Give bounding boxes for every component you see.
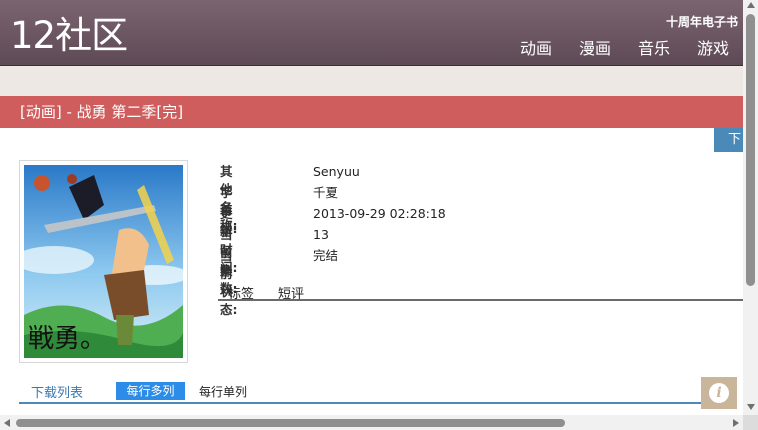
- scroll-up-arrow-icon[interactable]: [747, 2, 755, 8]
- nav-item-manga[interactable]: 漫画: [579, 38, 611, 60]
- download-list-title: 下载列表: [31, 386, 84, 401]
- single-column-button[interactable]: 每行单列: [199, 383, 247, 400]
- nav-item-games[interactable]: 游戏: [697, 38, 729, 60]
- site-header: 12社区 十周年电子书 动画 漫画 音乐 游戏: [0, 0, 743, 66]
- info-value: 13: [313, 227, 329, 242]
- scroll-left-arrow-icon[interactable]: [4, 419, 10, 427]
- horizontal-scrollbar[interactable]: [0, 415, 743, 430]
- info-value: 2013-09-29 02:28:18: [313, 206, 446, 221]
- main-nav: 动画 漫画 音乐 游戏: [520, 38, 729, 60]
- nav-item-anime[interactable]: 动画: [520, 38, 552, 60]
- vertical-scroll-thumb[interactable]: [746, 14, 755, 286]
- sub-bar: [0, 66, 743, 96]
- scroll-right-arrow-icon[interactable]: [733, 419, 739, 427]
- site-logo[interactable]: 12社区: [10, 14, 128, 58]
- nav-item-music[interactable]: 音乐: [638, 38, 670, 60]
- scrollbar-corner: [743, 415, 758, 430]
- cover-image: 戦勇。: [19, 160, 188, 363]
- tab-reviews[interactable]: 短评: [278, 283, 304, 302]
- title-bar: [动画] - 战勇 第二季[完]: [0, 96, 743, 128]
- page: 12社区 十周年电子书 动画 漫画 音乐 游戏 [动画] - 战勇 第二季[完]…: [0, 0, 758, 430]
- cover-illustration: 戦勇。: [24, 165, 183, 358]
- vertical-scrollbar[interactable]: [743, 0, 758, 415]
- anniversary-ebook-link[interactable]: 十周年电子书: [666, 13, 738, 30]
- page-title: [动画] - 战勇 第二季[完]: [20, 103, 184, 121]
- download-tab[interactable]: 下: [714, 128, 743, 152]
- multi-column-button[interactable]: 每行多列: [116, 382, 185, 400]
- tab-tags[interactable]: 标签: [228, 283, 254, 302]
- info-icon: i: [709, 383, 729, 403]
- detail-tabs: 标签 短评: [218, 282, 743, 302]
- info-value: 千夏: [313, 185, 339, 200]
- horizontal-scroll-thumb[interactable]: [16, 419, 565, 427]
- scroll-down-arrow-icon[interactable]: [747, 404, 755, 410]
- info-button[interactable]: i: [701, 377, 737, 409]
- download-list-header: 下载列表 每行多列 每行单列: [19, 380, 724, 404]
- info-value: Senyuu: [313, 164, 360, 179]
- info-value: 完结: [313, 248, 339, 263]
- svg-text:戦勇。: 戦勇。: [28, 324, 106, 354]
